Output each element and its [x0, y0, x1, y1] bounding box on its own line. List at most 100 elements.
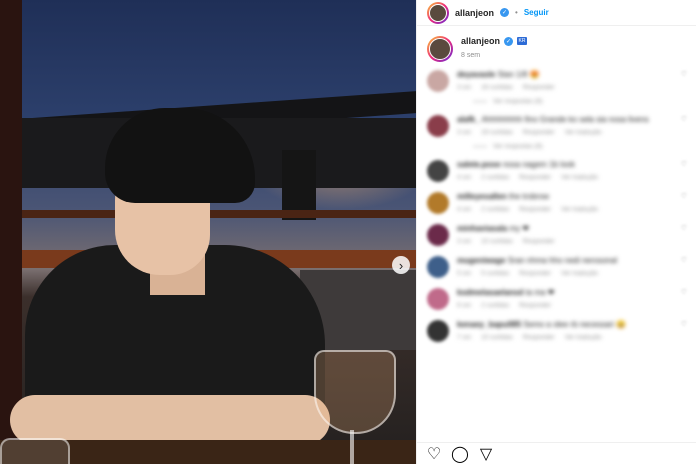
comment-icon[interactable]: ◯	[451, 446, 469, 463]
comment-reply[interactable]: Responder	[523, 129, 555, 136]
commenter-username[interactable]: deyavasle	[457, 70, 495, 79]
comment-like-icon[interactable]: ♡	[681, 288, 687, 310]
commenter-avatar[interactable]	[427, 70, 449, 92]
comment-likes[interactable]: 2 curtidas	[481, 206, 509, 213]
comment-reply[interactable]: Responder	[519, 270, 551, 277]
author-avatar[interactable]	[427, 1, 449, 24]
comment-item: ksdmelasaelansd ta ma ❤ 6 sm 2 curtidas Res…	[427, 288, 687, 310]
comment-body: my ❤	[509, 224, 530, 233]
comment-like-icon[interactable]: ♡	[681, 160, 687, 182]
water-glass	[0, 438, 70, 464]
comment-reply[interactable]: Responder	[519, 174, 551, 181]
post-photo[interactable]: ›	[0, 0, 416, 464]
comment-body: Semo a olee rb necessari 😄	[523, 320, 627, 329]
commenter-username[interactable]: mugeniwage	[457, 256, 505, 265]
comment-likes[interactable]: 10 curtidas	[481, 238, 513, 245]
comment-body: the trobrow	[509, 192, 550, 201]
post-side-panel: allanjeon ✓ • Seguir allanjeon ✓ KR 8 se…	[416, 0, 696, 464]
comment-reply[interactable]: Responder	[523, 238, 555, 245]
view-replies-button[interactable]: Ver respostas (6)	[473, 143, 687, 150]
comment-time: 3 sm	[457, 129, 472, 136]
comment-reply[interactable]: Responder	[523, 334, 555, 341]
wine-glass-stem	[350, 430, 354, 464]
commenter-avatar[interactable]	[427, 192, 449, 214]
comment-time: 3 sm	[457, 84, 472, 91]
commenter-username[interactable]: milleyesallen	[457, 192, 507, 201]
comment-text: alafk_ Ahhhhhhhh fino Grande ko sela sia…	[457, 115, 673, 124]
comment-item: deyavasle Stan 1/8 😍 3 sm 16 curtidas Respo…	[427, 70, 687, 92]
post-header: allanjeon ✓ • Seguir	[417, 0, 696, 26]
verified-badge-icon: ✓	[500, 8, 510, 17]
comment-likes[interactable]: 19 curtidas	[481, 129, 513, 136]
commenter-username[interactable]: salete.pose	[457, 160, 501, 169]
comment-body: Stan 1/8 😍	[497, 70, 540, 79]
comment-item: milleyesallen the trobrow 4 sm 2 curtidas R…	[427, 192, 687, 214]
comment-text: kenaey_bapull85 Semo a olee rb necessari…	[457, 320, 673, 329]
caption-avatar[interactable]	[427, 36, 453, 62]
comment-time: 5 sm	[457, 270, 472, 277]
comment-item: kenaey_bapull85 Semo a olee rb necessari…	[427, 320, 687, 342]
comment-like-icon[interactable]: ♡	[681, 70, 687, 92]
view-replies-label: Ver respostas (6)	[493, 143, 543, 150]
left-post	[0, 0, 22, 464]
post-caption: allanjeon ✓ KR 8 sem	[417, 26, 696, 66]
follow-button[interactable]: Seguir	[524, 8, 549, 17]
comment-likes[interactable]: 2 curtidas	[481, 174, 509, 181]
commenter-avatar[interactable]	[427, 288, 449, 310]
comment-like-icon[interactable]: ♡	[681, 224, 687, 246]
separator-dot: •	[515, 8, 518, 17]
commenter-avatar[interactable]	[427, 160, 449, 182]
comment-time: 4 sm	[457, 206, 472, 213]
comment-text: salete.pose nosa nagem 1b look	[457, 160, 673, 169]
commenter-avatar[interactable]	[427, 224, 449, 246]
commenter-avatar[interactable]	[427, 320, 449, 342]
caption-username[interactable]: allanjeon	[461, 36, 500, 46]
comment-likes[interactable]: 10 curtidas	[481, 334, 513, 341]
comment-translate[interactable]: Ver tradução	[565, 334, 602, 341]
comment-like-icon[interactable]: ♡	[681, 256, 687, 278]
comment-reply[interactable]: Responder	[519, 206, 551, 213]
comment-meta: 6 sm 2 curtidas Responder	[457, 302, 673, 309]
next-photo-button[interactable]: ›	[392, 256, 410, 274]
commenter-username[interactable]: ksdmelasaelansd	[457, 288, 523, 297]
verified-badge-icon: ✓	[504, 36, 514, 46]
comment-reply[interactable]: Responder	[523, 84, 555, 91]
comment-translate[interactable]: Ver tradução	[561, 270, 598, 277]
comment-likes[interactable]: 5 curtidas	[481, 270, 509, 277]
comment-translate[interactable]: Ver tradução	[565, 129, 602, 136]
comment-meta: 4 sm 2 curtidas Responder Ver tradução	[457, 206, 673, 213]
commenter-avatar[interactable]	[427, 256, 449, 278]
comment-body: Ahhhhhhhh fino Grande ko sela sia nosa l…	[481, 115, 649, 124]
comment-like-icon[interactable]: ♡	[681, 192, 687, 214]
comment-reply[interactable]: Responder	[519, 302, 551, 309]
view-replies-label: Ver respostas (6)	[493, 98, 543, 105]
comment-likes[interactable]: 2 curtidas	[481, 302, 509, 309]
comment-item: salete.pose nosa nagem 1b look 4 sm 2 curt…	[427, 160, 687, 182]
heart-icon[interactable]: ♡	[427, 446, 441, 463]
comments-list: deyavasle Stan 1/8 😍 3 sm 16 curtidas Respo…	[417, 66, 696, 356]
comment-body: nosa nagem 1b look	[502, 160, 575, 169]
comment-like-icon[interactable]: ♡	[681, 115, 687, 137]
comment-meta: 3 sm 10 curtidas Responder	[457, 238, 673, 245]
comment-like-icon[interactable]: ♡	[681, 320, 687, 342]
commenter-avatar[interactable]	[427, 115, 449, 137]
post-actions: ♡ ◯ ▽	[417, 442, 696, 464]
comment-body: Sran nhma hho nedi nerosonal	[507, 256, 618, 265]
comment-meta: 3 sm 19 curtidas Responder Ver tradução	[457, 129, 673, 136]
flag-icon: KR	[517, 37, 528, 45]
comment-meta: 3 sm 16 curtidas Responder	[457, 84, 673, 91]
comment-translate[interactable]: Ver tradução	[561, 174, 598, 181]
author-username[interactable]: allanjeon	[455, 8, 494, 18]
replies-divider	[473, 101, 487, 102]
commenter-username[interactable]: alafk_	[457, 115, 480, 124]
share-icon[interactable]: ▽	[479, 446, 493, 463]
comment-text: minhaviasala my ❤	[457, 224, 673, 233]
comment-time: 6 sm	[457, 302, 472, 309]
comment-likes[interactable]: 16 curtidas	[481, 84, 513, 91]
commenter-username[interactable]: kenaey_bapull85	[457, 320, 521, 329]
comment-translate[interactable]: Ver tradução	[561, 206, 598, 213]
comment-body: ta ma ❤	[525, 288, 555, 297]
view-replies-button[interactable]: Ver respostas (6)	[473, 98, 687, 105]
comment-time: 4 sm	[457, 174, 472, 181]
commenter-username[interactable]: minhaviasala	[457, 224, 507, 233]
